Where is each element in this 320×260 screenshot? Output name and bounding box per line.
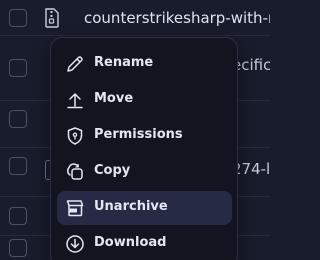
menu-item-unarchive[interactable]: Unarchive	[57, 191, 232, 225]
copy-icon	[65, 162, 85, 182]
menu-item-label: Copy	[94, 163, 131, 178]
file-row[interactable]: counterstrikesharp-with-r	[0, 0, 270, 36]
row-checkbox[interactable]	[9, 110, 27, 128]
row-checkbox[interactable]	[9, 157, 27, 175]
menu-item-permissions[interactable]: Permissions	[57, 119, 232, 153]
menu-item-label: Move	[94, 91, 134, 106]
menu-item-download[interactable]: Download	[57, 227, 232, 260]
pencil-icon	[65, 54, 85, 74]
file-name[interactable]: counterstrikesharp-with-r	[84, 9, 270, 27]
arrow-up-icon	[65, 90, 85, 110]
menu-item-label: Permissions	[94, 127, 183, 142]
menu-item-rename[interactable]: Rename	[57, 47, 232, 81]
row-checkbox[interactable]	[9, 9, 27, 27]
download-icon	[65, 234, 85, 254]
archive-file-icon	[44, 8, 60, 28]
menu-item-copy[interactable]: Copy	[57, 155, 232, 189]
menu-item-label: Rename	[94, 55, 154, 70]
context-menu: Rename Move Permissions Copy Unarchive D…	[50, 37, 238, 260]
unarchive-box-icon	[65, 198, 85, 218]
menu-item-label: Unarchive	[94, 199, 168, 214]
menu-item-label: Download	[94, 235, 167, 250]
menu-item-move[interactable]: Move	[57, 83, 232, 117]
row-checkbox[interactable]	[9, 59, 27, 77]
row-checkbox[interactable]	[9, 239, 27, 257]
shield-icon	[65, 126, 85, 146]
file-manager: counterstrikesharp-with-r ecific 274-l R…	[0, 0, 270, 260]
row-checkbox[interactable]	[9, 207, 27, 225]
